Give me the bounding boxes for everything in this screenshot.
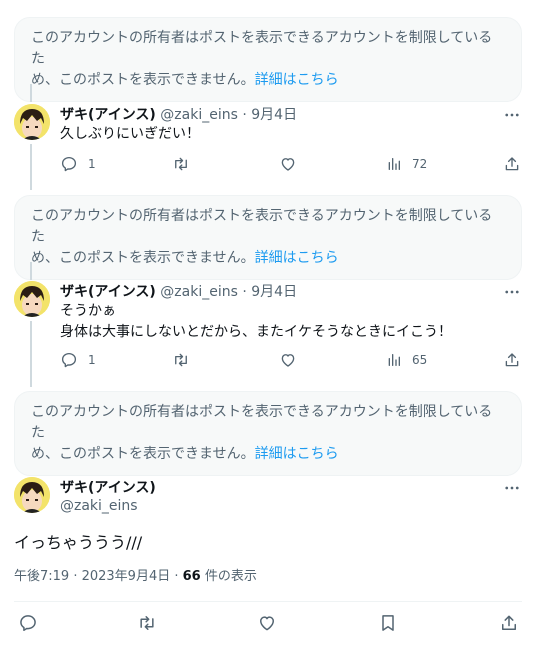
notice-text-line2: め、このポストを表示できません。 — [31, 72, 255, 88]
notice-text-line2: め、このポストを表示できません。 — [31, 250, 255, 266]
avatar[interactable] — [14, 477, 50, 513]
learn-more-link[interactable]: 詳細はこちら — [255, 72, 339, 88]
reply-button[interactable]: 1 — [60, 155, 96, 173]
notice-text-line1: このアカウントの所有者はポストを表示できるアカウントを制限しているた — [31, 404, 493, 441]
share-icon — [505, 157, 519, 171]
reply-button[interactable]: 1 — [60, 351, 96, 369]
learn-more-link[interactable]: 詳細はこちら — [255, 446, 339, 462]
post-text-line: 身体は大事にしないとだから、またイケそうなときにイこう！ — [60, 324, 452, 340]
heart-icon — [281, 158, 295, 171]
more-icon[interactable] — [500, 106, 524, 124]
views-count: 72 — [412, 157, 428, 171]
share-icon — [505, 353, 519, 367]
share-icon — [502, 615, 516, 630]
learn-more-link[interactable]: 詳細はこちら — [255, 250, 339, 266]
reply-count: 1 — [88, 353, 96, 367]
notice-text-line1: このアカウントの所有者はポストを表示できるアカウントを制限しているた — [31, 208, 493, 245]
repost-button[interactable] — [172, 351, 190, 369]
views-icon — [388, 158, 400, 170]
avatar[interactable] — [14, 104, 50, 140]
thread-connector — [30, 321, 32, 387]
repost-icon — [140, 616, 154, 630]
views-count: 66 — [182, 569, 201, 584]
post-header: ザキ(アインス) @zaki_eins · 9月4日 — [60, 283, 297, 301]
bookmark-button[interactable] — [378, 613, 398, 633]
separator: · — [242, 107, 247, 123]
thread-connector — [30, 144, 32, 190]
thread-connector — [30, 262, 32, 280]
display-name[interactable]: ザキ(アインス) — [60, 107, 156, 123]
avatar[interactable] — [14, 281, 50, 317]
post-date[interactable]: 9月4日 — [251, 284, 297, 300]
divider — [14, 601, 522, 602]
like-button[interactable] — [279, 351, 297, 369]
reply-count: 1 — [88, 157, 96, 171]
notice-text-line1: このアカウントの所有者はポストを表示できるアカウントを制限しているた — [31, 30, 493, 67]
restricted-post-notice: このアカウントの所有者はポストを表示できるアカウントを制限しているた め、このポ… — [14, 195, 522, 280]
post-date[interactable]: 9月4日 — [251, 107, 297, 123]
views-button[interactable]: 65 — [386, 351, 427, 369]
post-text: そうかぁ 身体は大事にしないとだから、またイケそうなときにイこう！ — [60, 301, 452, 343]
share-button[interactable] — [503, 351, 521, 369]
repost-icon — [175, 157, 187, 171]
post-timestamp[interactable]: 午後7:19 · 2023年9月4日 · — [14, 569, 183, 584]
notice-text-line2: め、このポストを表示できません。 — [31, 446, 255, 462]
repost-button[interactable] — [137, 613, 157, 633]
display-name[interactable]: ザキ(アインス) — [60, 284, 156, 300]
post-text-line: そうかぁ — [60, 303, 116, 319]
more-icon[interactable] — [500, 479, 524, 497]
reply-button[interactable] — [18, 613, 38, 633]
views-icon — [388, 354, 400, 366]
reply-icon — [61, 156, 77, 172]
share-button[interactable] — [499, 613, 519, 633]
views-count: 65 — [412, 353, 428, 367]
share-button[interactable] — [503, 155, 521, 173]
repost-icon — [175, 353, 187, 367]
like-button[interactable] — [279, 155, 297, 173]
restricted-post-notice: このアカウントの所有者はポストを表示できるアカウントを制限しているた め、このポ… — [14, 391, 522, 476]
bookmark-icon — [382, 615, 394, 631]
restricted-post-notice: このアカウントの所有者はポストを表示できるアカウントを制限しているた め、このポ… — [14, 17, 522, 102]
user-handle[interactable]: @zaki_eins — [160, 284, 238, 300]
views-button[interactable]: 72 — [386, 155, 427, 173]
main-post-text: イっちゃううう/// — [14, 533, 143, 552]
reply-icon — [61, 352, 77, 368]
separator: · — [242, 284, 247, 300]
like-button[interactable] — [257, 613, 277, 633]
thread-connector — [30, 84, 32, 102]
heart-icon — [281, 354, 295, 367]
reply-icon — [20, 615, 36, 631]
post-metadata: 午後7:19 · 2023年9月4日 · 66 件の表示 — [14, 568, 257, 586]
main-post-header: ザキ(アインス) @zaki_eins — [60, 479, 156, 515]
post-text: 久しぶりにいぎだい！ — [60, 124, 200, 145]
views-label: 件の表示 — [200, 569, 257, 584]
post-header: ザキ(アインス) @zaki_eins · 9月4日 — [60, 106, 297, 124]
heart-icon — [260, 616, 274, 631]
post-text-line: 久しぶりにいぎだい！ — [60, 126, 200, 142]
more-icon[interactable] — [500, 283, 524, 301]
user-handle[interactable]: @zaki_eins — [60, 497, 156, 515]
user-handle[interactable]: @zaki_eins — [160, 107, 238, 123]
display-name[interactable]: ザキ(アインス) — [60, 479, 156, 497]
repost-button[interactable] — [172, 155, 190, 173]
